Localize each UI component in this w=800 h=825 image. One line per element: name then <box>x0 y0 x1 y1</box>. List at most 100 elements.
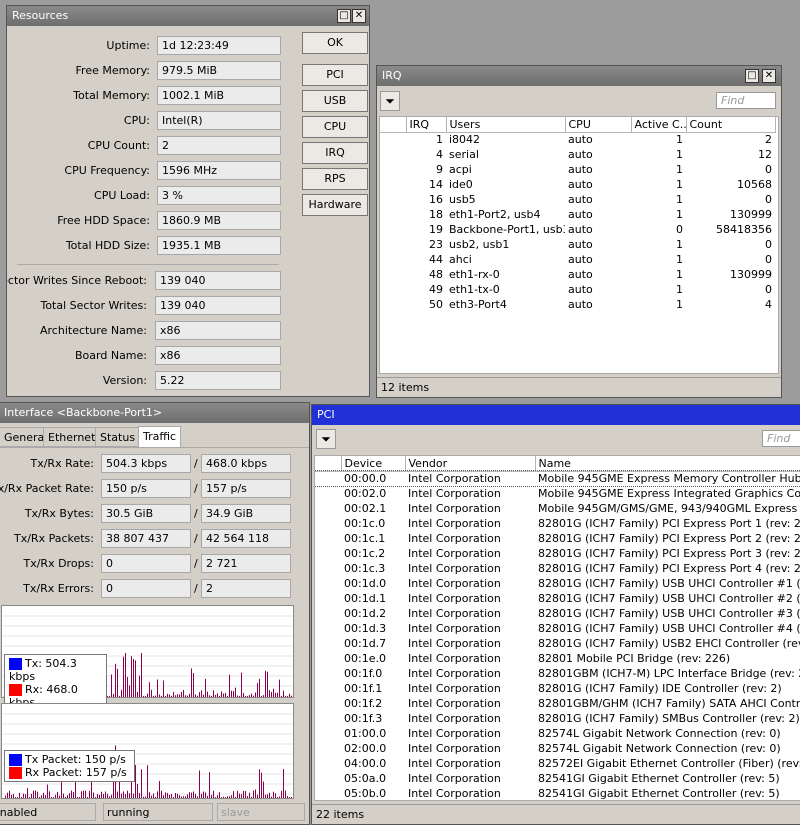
table-cell: 1 <box>676 178 683 191</box>
traffic-bar <box>65 796 66 798</box>
filter-icon[interactable]: ⏷ <box>380 91 400 111</box>
traffic-bar <box>17 797 18 798</box>
traffic-bar <box>265 794 266 798</box>
irq-titlebar[interactable]: IRQ <box>377 66 781 86</box>
table-cell: 0 <box>765 163 772 176</box>
traffic-bar <box>219 792 220 798</box>
table-cell: 1 <box>676 193 683 206</box>
irq-col-blank <box>380 117 407 133</box>
tab-status[interactable]: Status <box>95 427 141 447</box>
usb-button[interactable]: USB <box>302 90 368 112</box>
traffic-bar <box>201 793 202 798</box>
traffic-bar <box>89 790 90 798</box>
table-row[interactable]: 05:0a.0 Intel Corporation 82541GI Gigabit … <box>315 771 800 786</box>
traffic-bar <box>223 693 224 697</box>
pci-button[interactable]: PCI <box>302 64 368 86</box>
table-row[interactable]: 00:02.1 Intel Corporation Mobile 945GM/GMS… <box>315 501 800 516</box>
table-row[interactable]: 01:00.0 Intel Corporation 82574L Gigabit N… <box>315 726 800 741</box>
traffic-bar <box>181 796 182 798</box>
irq-column-header[interactable]: Count <box>686 117 776 133</box>
table-row[interactable]: 02:00.0 Intel Corporation 82574L Gigabit N… <box>315 741 800 756</box>
table-row[interactable]: 00:1f.0 Intel Corporation 82801GBM (ICH7-M… <box>315 666 800 681</box>
table-row[interactable]: 05:0b.0 Intel Corporation 82541GI Gigabit … <box>315 786 800 800</box>
close-icon[interactable]: ✕ <box>352 9 366 23</box>
traffic-bar <box>273 791 274 798</box>
table-row[interactable]: 23 usb2, usb1 auto 1 0 <box>380 237 775 252</box>
cpu-button[interactable]: CPU <box>302 116 368 138</box>
table-row[interactable]: 49 eth1-tx-0 auto 1 0 <box>380 282 775 297</box>
irq-column-header[interactable]: IRQ <box>406 117 447 133</box>
table-row[interactable]: 00:1c.3 Intel Corporation 82801G (ICH7 Fam… <box>315 561 800 576</box>
table-row[interactable]: 14 ide0 auto 1 10568 <box>380 177 775 192</box>
table-row[interactable]: 00:1f.1 Intel Corporation 82801G (ICH7 Fam… <box>315 681 800 696</box>
restore-icon[interactable]: □ <box>745 69 759 83</box>
tab-ethernet[interactable]: Ethernet <box>43 427 101 447</box>
interface-titlebar[interactable]: Interface <Backbone-Port1> <box>0 403 309 423</box>
ok-button[interactable]: OK <box>302 32 368 54</box>
table-row[interactable]: 00:1d.2 Intel Corporation 82801G (ICH7 Fam… <box>315 606 800 621</box>
traffic-bar <box>143 796 144 798</box>
irq-button[interactable]: IRQ <box>302 142 368 164</box>
pci-column-header[interactable]: Name <box>535 456 800 472</box>
table-row[interactable]: 50 eth3-Port4 auto 1 4 <box>380 297 775 312</box>
table-cell: Intel Corporation <box>408 637 501 650</box>
table-row[interactable]: 00:02.0 Intel Corporation Mobile 945GME Ex… <box>315 486 800 501</box>
table-row[interactable]: 4 serial auto 1 12 <box>380 147 775 162</box>
pci-column-header[interactable]: Vendor <box>405 456 536 472</box>
traffic-bar <box>259 678 260 697</box>
table-row[interactable]: 1 i8042 auto 1 2 <box>380 132 775 147</box>
table-row[interactable]: 18 eth1-Port2, usb4 auto 1 130999 <box>380 207 775 222</box>
close-icon[interactable]: ✕ <box>762 69 776 83</box>
table-row[interactable]: 00:1f.2 Intel Corporation 82801GBM/GHM (IC… <box>315 696 800 711</box>
table-row[interactable]: 00:1c.0 Intel Corporation 82801G (ICH7 Fam… <box>315 516 800 531</box>
table-row[interactable]: 19 Backbone-Port1, usb3 auto 0 58418356 <box>380 222 775 237</box>
tab-traffic[interactable]: Traffic <box>138 426 182 448</box>
table-cell: eth1-rx-0 <box>449 268 500 281</box>
irq-column-header[interactable]: CPU <box>565 117 632 133</box>
rps-button[interactable]: RPS <box>302 168 368 190</box>
pci-col-blank <box>315 456 342 472</box>
table-row[interactable]: 00:1d.7 Intel Corporation 82801G (ICH7 Fam… <box>315 636 800 651</box>
table-row[interactable]: 00:1c.1 Intel Corporation 82801G (ICH7 Fam… <box>315 531 800 546</box>
table-cell: 01:00.0 <box>344 727 387 740</box>
table-row[interactable]: 00:00.0 Intel Corporation Mobile 945GME Ex… <box>315 470 800 487</box>
pci-titlebar[interactable]: PCI <box>312 405 800 425</box>
traffic-bar <box>207 691 208 697</box>
traffic-bar <box>59 795 60 798</box>
table-row[interactable]: 9 acpi auto 1 0 <box>380 162 775 177</box>
traffic-bar <box>179 694 180 697</box>
pci-column-header[interactable]: Device <box>341 456 406 472</box>
table-row[interactable]: 00:1c.2 Intel Corporation 82801G (ICH7 Fam… <box>315 546 800 561</box>
traffic-bar <box>237 790 238 798</box>
table-row[interactable]: 44 ahci auto 1 0 <box>380 252 775 267</box>
irq-column-header[interactable]: Active C... <box>631 117 687 133</box>
traffic-bar <box>255 789 256 798</box>
field-value: 1596 MHz <box>157 161 281 180</box>
table-cell: auto <box>568 208 593 221</box>
irq-find-input[interactable]: Find <box>716 92 776 109</box>
table-row[interactable]: 00:1d.1 Intel Corporation 82801G (ICH7 Fam… <box>315 591 800 606</box>
table-row[interactable]: 48 eth1-rx-0 auto 1 130999 <box>380 267 775 282</box>
table-row[interactable]: 00:1d.0 Intel Corporation 82801G (ICH7 Fam… <box>315 576 800 591</box>
irq-column-header[interactable]: Users <box>446 117 566 133</box>
table-row[interactable]: 00:1e.0 Intel Corporation 82801 Mobile PCI… <box>315 651 800 666</box>
hardware-button[interactable]: Hardware <box>302 194 368 216</box>
filter-icon[interactable]: ⏷ <box>316 429 336 449</box>
traffic-bar <box>277 692 278 697</box>
table-row[interactable]: 04:00.0 Intel Corporation 82572EI Gigabit … <box>315 756 800 771</box>
traffic-bar <box>107 793 108 798</box>
table-row[interactable]: 00:1f.3 Intel Corporation 82801G (ICH7 Fam… <box>315 711 800 726</box>
traffic-bar <box>43 792 44 798</box>
rx-value: 2 <box>201 579 291 598</box>
irq-item-count: 12 items <box>381 381 430 394</box>
traffic-bar <box>47 784 48 798</box>
traffic-bar <box>49 791 50 798</box>
table-row[interactable]: 16 usb5 auto 1 0 <box>380 192 775 207</box>
restore-icon[interactable]: □ <box>337 9 351 23</box>
row-marker <box>315 546 341 561</box>
row-marker <box>380 177 406 192</box>
traffic-bar <box>185 796 186 798</box>
table-row[interactable]: 00:1d.3 Intel Corporation 82801G (ICH7 Fam… <box>315 621 800 636</box>
resources-titlebar[interactable]: Resources <box>7 6 369 26</box>
pci-find-input[interactable]: Find <box>762 430 800 447</box>
